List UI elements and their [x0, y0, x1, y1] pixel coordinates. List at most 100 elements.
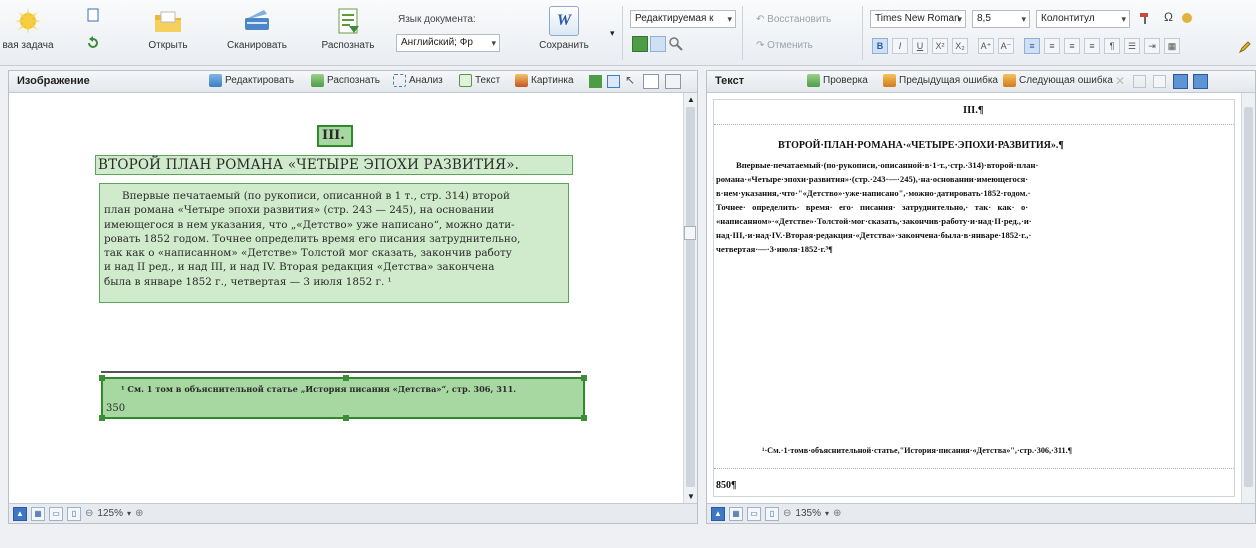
footnote-region[interactable]: ¹ См. 1 том в объяснительной статье „Ист… [99, 375, 587, 421]
body-line: Впервые печатаемый (по рукописи, описанн… [122, 190, 510, 202]
text-view-split-button[interactable]: ▭ [747, 506, 761, 521]
resize-handle[interactable] [99, 415, 105, 421]
scroll-up-arrow[interactable]: ▲ [687, 95, 695, 104]
image-canvas[interactable]: III. ВТОРОЙ ПЛАН РОМАНА «ЧЕТЫРЕ ЭПОХИ РА… [9, 93, 663, 503]
recognize-tool-label: Распознать [327, 75, 381, 86]
scroll-down-arrow[interactable]: ▼ [687, 492, 695, 501]
style-select[interactable]: Колонтитул [1036, 10, 1130, 28]
indent-button[interactable]: ⇥ [1144, 38, 1160, 54]
text-panel-title: Текст [715, 75, 745, 87]
save-button[interactable]: W Сохранить [532, 6, 596, 51]
text-panel: Текст Проверка Предыдущая ошибка Следующ… [706, 70, 1256, 524]
text-view-grid-button[interactable]: ▦ [729, 506, 743, 521]
view-columns-button[interactable]: ▯ [67, 506, 81, 521]
text-document[interactable]: III.¶ ВТОРОЙ·ПЛАН·РОМАНА·«ЧЕТЫРЕ·ЭПОХИ·Р… [713, 99, 1235, 497]
doc-language-select[interactable]: Английский; Фр [396, 34, 500, 52]
view-mode-text-button[interactable] [650, 36, 666, 52]
save-dropdown-arrow[interactable]: ▾ [610, 28, 615, 39]
refresh-icon[interactable] [86, 36, 100, 50]
previous-error-tool[interactable]: Предыдущая ошибка [883, 74, 998, 87]
text-zoom-in-icon[interactable]: ⊕ [833, 508, 841, 519]
image-vertical-scrollbar[interactable]: ▲ ▼ [683, 93, 697, 503]
text-zoom-out-icon[interactable]: ⊖ [783, 508, 791, 519]
close-error-icon[interactable]: ✕ [1115, 74, 1125, 88]
paste-icon[interactable] [1153, 75, 1166, 88]
justify-button[interactable]: ≡ [1084, 38, 1100, 54]
scroll-thumb[interactable] [686, 107, 695, 487]
view-mode-image-button[interactable] [632, 36, 648, 52]
table-button[interactable]: ▦ [1164, 38, 1180, 54]
zoom-dropdown-arrow[interactable]: ▾ [127, 509, 131, 518]
next-error-tool[interactable]: Следующая ошибка [1003, 74, 1113, 87]
shrink-font-button[interactable]: A⁻ [998, 38, 1014, 54]
view-page-button[interactable]: ▲ [13, 506, 27, 521]
magnifier-icon[interactable] [668, 36, 684, 52]
text-zoom-dropdown-arrow[interactable]: ▾ [825, 509, 829, 518]
font-family-select[interactable]: Times New Roman [870, 10, 966, 28]
fit-page-tool-icon[interactable] [665, 74, 681, 89]
spellcheck-tool[interactable]: Проверка [807, 74, 868, 87]
pane-layout-icon[interactable] [1173, 74, 1188, 89]
omega-icon[interactable]: Ω [1164, 10, 1173, 24]
italic-button[interactable]: I [892, 38, 908, 54]
text-zoom-value[interactable]: 135% [795, 508, 821, 519]
list-button[interactable]: ☰ [1124, 38, 1140, 54]
resize-handle[interactable] [343, 375, 349, 381]
heading-region[interactable]: ВТОРОЙ ПЛАН РОМАНА «ЧЕТЫРЕ ЭПОХИ РАЗВИТИ… [95, 155, 573, 175]
resize-handle[interactable] [343, 415, 349, 421]
open-button[interactable]: Открыть [140, 6, 196, 51]
text-area-tool[interactable]: Текст [459, 74, 500, 87]
text-view-columns-button[interactable]: ▯ [765, 506, 779, 521]
restore-button[interactable]: ↶ Восстановить [756, 14, 831, 25]
edit-image-tool[interactable]: Редактировать [209, 74, 294, 87]
table-tool-icon[interactable] [607, 75, 620, 88]
resize-handle[interactable] [99, 375, 105, 381]
text-view-page-button[interactable]: ▲ [711, 506, 725, 521]
text-vertical-scrollbar[interactable] [1241, 93, 1255, 503]
font-size-select[interactable]: 8,5 [972, 10, 1030, 28]
align-right-button[interactable]: ≡ [1064, 38, 1080, 54]
select-area-tool-icon[interactable] [643, 74, 659, 89]
image-zoom-value[interactable]: 125% [97, 508, 123, 519]
picture-area-tool[interactable]: Картинка [515, 74, 574, 87]
pencil-icon[interactable] [1238, 40, 1252, 54]
barcode-tool-icon[interactable] [589, 75, 602, 88]
analyze-tool[interactable]: Анализ [393, 74, 443, 87]
recognize-tool[interactable]: Распознать [311, 74, 380, 87]
new-task-button[interactable]: вая задача [0, 6, 58, 51]
view-grid-button[interactable]: ▦ [31, 506, 45, 521]
view-split-button[interactable]: ▭ [49, 506, 63, 521]
app-window: вая задача Открыть Сканировать Распознат… [0, 0, 1256, 548]
analyze-icon [393, 74, 406, 87]
format-painter-icon[interactable] [1138, 11, 1152, 25]
pane-layout-icon-2[interactable] [1193, 74, 1208, 89]
sync-panels-icon[interactable] [684, 226, 696, 240]
text-body: Впервые·печатаемый·(по·рукописи,·описанн… [716, 158, 1232, 256]
zoom-out-icon[interactable]: ⊖ [85, 508, 93, 519]
resize-handle[interactable] [581, 375, 587, 381]
zoom-in-icon[interactable]: ⊕ [135, 508, 143, 519]
cancel-button[interactable]: ↷ Отменить [756, 40, 813, 51]
body-text-region[interactable]: Впервые печатаемый (по рукописи, описанн… [99, 183, 569, 303]
special-char-icon[interactable] [1180, 11, 1194, 25]
copy-icon[interactable] [1133, 75, 1146, 88]
new-task-icon [15, 8, 41, 34]
subscript-button[interactable]: X₂ [952, 38, 968, 54]
previous-error-icon [883, 74, 896, 87]
output-format-select[interactable]: Редактируемая к [630, 10, 736, 28]
page-number-region[interactable]: III. [317, 125, 353, 147]
pointer-tool-icon[interactable]: ↖ [625, 73, 635, 87]
scan-button[interactable]: Сканировать [222, 6, 292, 51]
page-icon[interactable] [86, 8, 100, 22]
heading-text: ВТОРОЙ ПЛАН РОМАНА «ЧЕТЫРЕ ЭПОХИ РАЗВИТИ… [98, 157, 520, 173]
scroll-thumb[interactable] [1244, 107, 1253, 487]
bold-button[interactable]: B [872, 38, 888, 54]
align-center-button[interactable]: ≡ [1044, 38, 1060, 54]
superscript-button[interactable]: X² [932, 38, 948, 54]
resize-handle[interactable] [581, 415, 587, 421]
grow-font-button[interactable]: A⁺ [978, 38, 994, 54]
underline-button[interactable]: U [912, 38, 928, 54]
paragraph-button[interactable]: ¶ [1104, 38, 1120, 54]
recognize-button[interactable]: Распознать [316, 6, 380, 51]
align-left-button[interactable]: ≡ [1024, 38, 1040, 54]
